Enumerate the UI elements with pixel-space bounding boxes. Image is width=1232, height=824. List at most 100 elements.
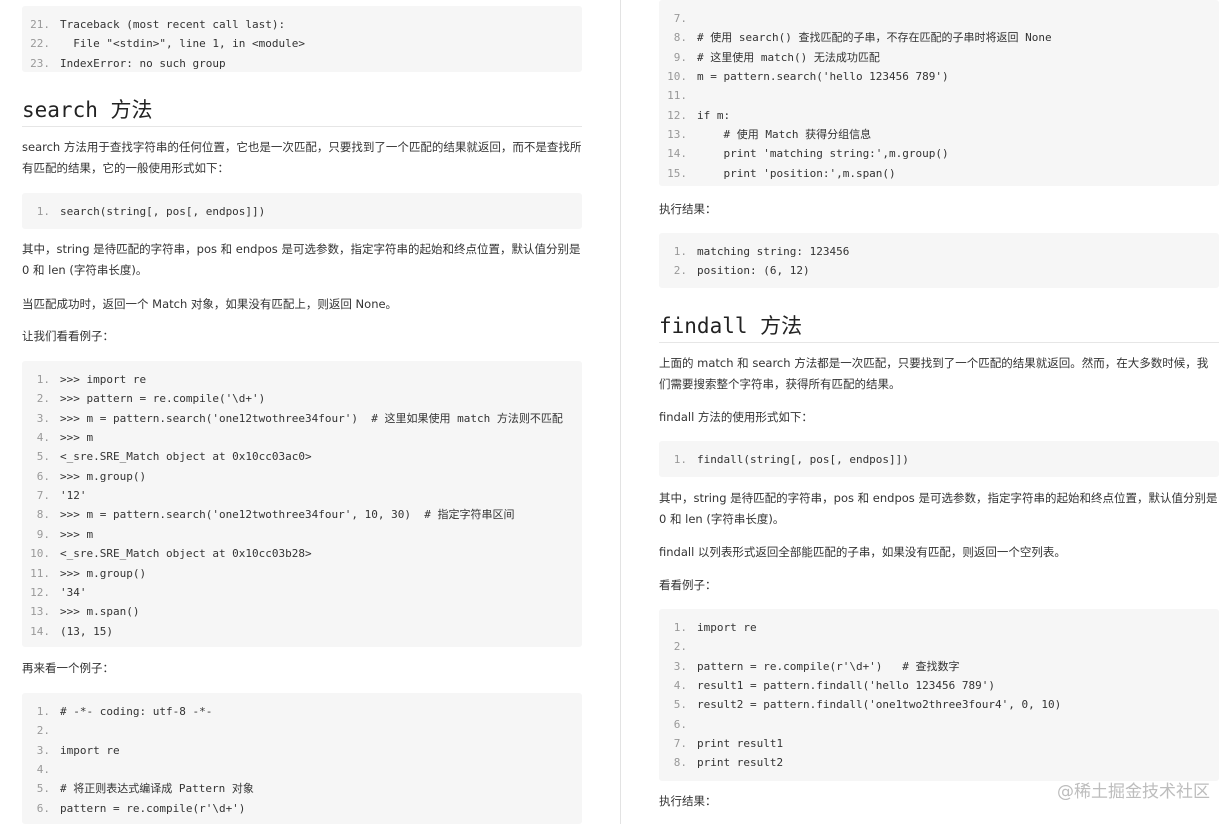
- code-text: '34': [60, 585, 87, 599]
- line-number: 5.: [36, 782, 50, 796]
- code-text: if m:: [697, 108, 731, 122]
- code-text: result2 = pattern.findall('one1two2three…: [697, 698, 1062, 712]
- line-number: 8.: [673, 756, 687, 770]
- code-line: 1. search(string[, pos[, endpos]]): [22, 202, 266, 221]
- code-line: 1. >>> import re: [22, 370, 146, 389]
- line-number: 2.: [673, 640, 687, 654]
- line-number: 7.: [36, 489, 50, 503]
- code-text: pattern = re.compile(r'\d+') # 查找数字: [697, 659, 960, 673]
- code-line: 12. if m:: [659, 106, 730, 125]
- code-text: >>> import re: [60, 373, 147, 386]
- code-line: 6. >>> m.group(): [22, 467, 146, 486]
- code-text: print result2: [697, 756, 784, 770]
- line-number: 3.: [673, 659, 687, 673]
- line-number: 7.: [673, 12, 687, 25]
- heading-findall-method: findall 方法: [659, 314, 803, 338]
- code-text: # 使用 Match 获得分组信息: [697, 128, 872, 142]
- line-number: 21.: [30, 18, 50, 31]
- code-line: 10. m = pattern.search('hello 123456 789'…: [659, 67, 949, 86]
- line-number: 8.: [673, 31, 687, 45]
- code-line: 3. >>> m = pattern.search('one12twothree3…: [22, 409, 563, 428]
- code-line: 6.: [659, 715, 697, 734]
- code-line: 5. result2 = pattern.findall('one1two2thr…: [659, 695, 1062, 714]
- code-line: 1. # -*- coding: utf-8 -*-: [22, 702, 213, 721]
- code-line: 21. Traceback (most recent call last):: [22, 15, 285, 34]
- code-line: 22. File "<stdin>", line 1, in <module>: [22, 34, 305, 53]
- code-line: 12. '34': [22, 583, 87, 602]
- paragraph-findall-intro: 上面的 match 和 search 方法都是一次匹配，只要找到了一个匹配的结果…: [659, 356, 1209, 391]
- line-number: 1.: [36, 205, 50, 218]
- code-line: 10. <_sre.SRE_Match object at 0x10cc03b28…: [22, 544, 312, 563]
- line-number: 1.: [673, 245, 687, 258]
- code-text: # 这里使用 match() 无法成功匹配: [697, 50, 880, 64]
- code-text: # 使用 search() 查找匹配的子串，不存在匹配的子串时将返回 None: [697, 31, 1052, 45]
- line-number: 4.: [36, 763, 50, 777]
- code-text: findall(string[, pos[, endpos]]): [697, 453, 909, 466]
- code-block-search-continued: 7. 8. # 使用 search() 查找匹配的子串，不存在匹配的子串时将返回 N…: [659, 0, 1219, 186]
- line-number: 23.: [30, 56, 50, 70]
- paragraph-search-return: 当匹配成功时，返回一个 Match 对象，如果没有匹配上，则返回 None。: [22, 297, 398, 311]
- code-text: >>> pattern = re.compile('\d+'): [60, 392, 266, 406]
- code-text: <_sre.SRE_Match object at 0x10cc03ac0>: [60, 450, 312, 464]
- paragraph-findall-return: findall 以列表形式返回全部能匹配的子串，如果没有匹配，则返回一个空列表。: [659, 545, 1066, 559]
- line-number: 2.: [36, 724, 50, 738]
- code-line: 1. findall(string[, pos[, endpos]]): [659, 450, 909, 469]
- code-line: 4. result1 = pattern.findall('hello 12345…: [659, 676, 995, 695]
- code-block-result-1: 1. matching string: 123456 2. position: (6,…: [659, 233, 1219, 288]
- code-line: 3. pattern = re.compile(r'\d+') # 查找数字: [659, 657, 960, 676]
- line-number: 2.: [673, 264, 687, 278]
- code-line: 23. IndexError: no such group: [22, 54, 226, 73]
- code-line: 11.: [659, 86, 697, 105]
- line-number: 13.: [30, 605, 50, 619]
- line-number: 3.: [36, 743, 50, 757]
- code-line: 6. pattern = re.compile(r'\d+'): [22, 799, 246, 818]
- line-number: 22.: [30, 37, 50, 51]
- code-line: 8. print result2: [659, 753, 783, 772]
- line-number: 9.: [36, 527, 50, 541]
- code-text: print result1: [697, 737, 784, 751]
- line-number: 10.: [667, 70, 687, 84]
- code-line: 2. >>> pattern = re.compile('\d+'): [22, 389, 266, 408]
- heading-divider: [659, 342, 1219, 343]
- code-line: 2.: [659, 637, 697, 656]
- code-line: 3. import re: [22, 741, 120, 760]
- code-text: Traceback (most recent call last):: [60, 18, 286, 31]
- code-block-findall-signature: 1. findall(string[, pos[, endpos]]): [659, 441, 1219, 477]
- heading-divider: [22, 126, 582, 127]
- line-number: 14.: [667, 147, 687, 161]
- paragraph-search-intro: search 方法用于查找字符串的任何位置，它也是一次匹配，只要找到了一个匹配的…: [22, 140, 582, 175]
- code-line: 7. '12': [22, 486, 87, 505]
- code-text: >>> m: [60, 431, 94, 445]
- line-number: 4.: [36, 431, 50, 445]
- line-number: 11.: [30, 566, 50, 580]
- code-line: 1. matching string: 123456: [659, 242, 850, 261]
- code-text: IndexError: no such group: [60, 56, 226, 70]
- code-line: 8. >>> m = pattern.search('one12twothree3…: [22, 505, 515, 524]
- code-text: print 'matching string:',m.group(): [697, 147, 949, 161]
- code-text: >>> m: [60, 527, 94, 541]
- code-line: 14. (13, 15): [22, 622, 113, 641]
- code-text: File "<stdin>", line 1, in <module>: [60, 37, 306, 51]
- code-text: search(string[, pos[, endpos]]): [60, 205, 266, 218]
- line-number: 8.: [36, 508, 50, 522]
- code-text: matching string: 123456: [697, 245, 850, 258]
- code-text: >>> m.group(): [60, 566, 147, 580]
- code-line: 9. >>> m: [22, 525, 93, 544]
- line-number: 6.: [36, 801, 50, 815]
- line-number: 1.: [36, 705, 50, 718]
- paragraph-look-example: 看看例子：: [659, 578, 717, 592]
- code-line: 5. <_sre.SRE_Match object at 0x10cc03ac0>: [22, 447, 312, 466]
- code-line: 7. print result1: [659, 734, 783, 753]
- code-text: # 将正则表达式编译成 Pattern 对象: [60, 782, 254, 796]
- line-number: 6.: [673, 717, 687, 731]
- paragraph-findall-usage: findall 方法的使用形式如下：: [659, 410, 813, 424]
- code-block-search-signature: 1. search(string[, pos[, endpos]]): [22, 193, 582, 229]
- code-text: <_sre.SRE_Match object at 0x10cc03b28>: [60, 547, 312, 561]
- code-text: position: (6, 12): [697, 264, 810, 278]
- watermark: @稀土掘金技术社区: [1057, 782, 1210, 802]
- line-number: 4.: [673, 679, 687, 693]
- line-number: 12.: [667, 108, 687, 122]
- code-text: '12': [60, 489, 87, 503]
